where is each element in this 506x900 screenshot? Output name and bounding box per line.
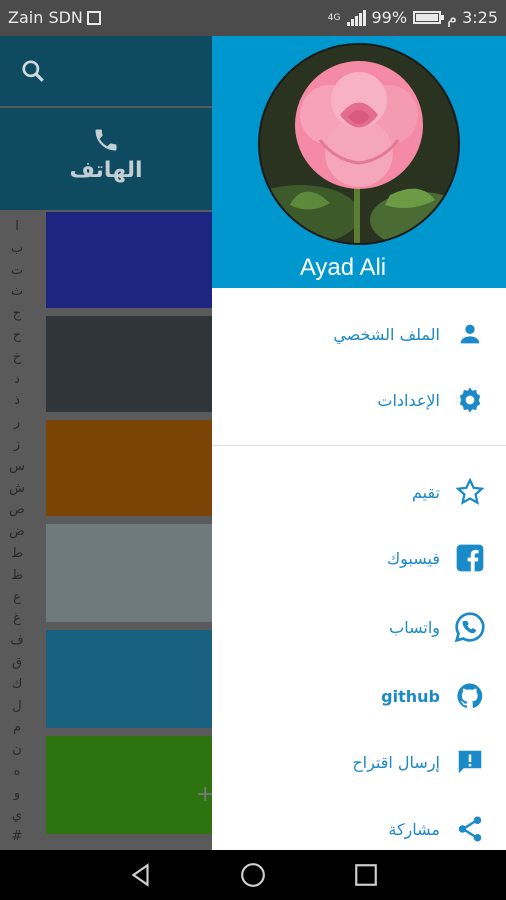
menu-item-label: github [381, 686, 440, 706]
alphabet-letter[interactable]: ظ [4, 565, 30, 587]
add-icon[interactable]: + [196, 782, 212, 807]
feedback-icon [454, 746, 486, 778]
menu-item-feedback[interactable]: إرسال اقتراح [212, 732, 506, 792]
battery-percent: 99% [371, 8, 408, 27]
alphabet-letter[interactable]: ج [4, 303, 30, 325]
battery-icon [413, 11, 445, 24]
contact-tile[interactable] [46, 212, 212, 308]
menu-item-label: إرسال اقتراح [352, 752, 440, 772]
alphabet-letter[interactable]: د [4, 369, 30, 391]
alphabet-letter[interactable]: و [4, 783, 30, 805]
alphabet-letter[interactable]: ن [4, 739, 30, 761]
alphabet-letter[interactable]: ا [4, 216, 30, 238]
alphabet-letter[interactable]: ذ [4, 390, 30, 412]
rose-image [260, 45, 458, 243]
avatar[interactable] [258, 43, 460, 245]
menu-item-star[interactable]: تقيم [212, 462, 506, 522]
alphabet-letter[interactable]: ع [4, 587, 30, 609]
whatsapp-icon [454, 611, 486, 643]
github-icon [454, 680, 486, 712]
alphabet-letter[interactable]: ه [4, 761, 30, 783]
alphabet-letter[interactable]: ت [4, 260, 30, 282]
alphabet-index[interactable]: ا ب ت ث ج ح خ د ذ ر ز س ش ص ض ط ظ ع غ ف ق ك ل م ن ه و ي # [4, 216, 30, 848]
facebook-icon [454, 542, 486, 574]
alphabet-letter[interactable]: س [4, 456, 30, 478]
tab-phone-label: الهاتف [69, 158, 143, 183]
search-icon[interactable] [20, 58, 46, 84]
home-icon[interactable] [240, 862, 266, 888]
alphabet-letter[interactable]: ب [4, 238, 30, 260]
contact-tile[interactable] [46, 420, 212, 516]
alphabet-letter[interactable]: ط [4, 543, 30, 565]
gallery-notification-icon [86, 10, 101, 25]
status-bar: Zain SDN 4G 99% 3:25 م [0, 0, 506, 36]
clock: 3:25 م [447, 8, 498, 27]
contact-tile[interactable] [46, 736, 212, 834]
menu-item-label: فيسبوك [386, 548, 440, 568]
menu-divider [212, 445, 506, 446]
alphabet-letter[interactable]: ف [4, 630, 30, 652]
user-name: Ayad Ali [299, 254, 387, 281]
menu-item-facebook[interactable]: فيسبوك [212, 528, 506, 588]
app-toolbar [0, 36, 212, 106]
alphabet-letter[interactable]: ق [4, 652, 30, 674]
person-icon [454, 318, 486, 350]
alphabet-letter[interactable]: ك [4, 674, 30, 696]
alphabet-letter[interactable]: ر [4, 412, 30, 434]
signal-icon [346, 9, 366, 26]
background-app: الهاتف ا ب ت ث ج ح خ د ذ ر ز س ش ص ض ط ظ ع غ ف ق ك ل م ن ه و ي # + [0, 36, 212, 850]
alphabet-letter[interactable]: ح [4, 325, 30, 347]
back-icon[interactable] [128, 862, 154, 888]
menu-item-share[interactable]: مشاركة [212, 799, 506, 850]
alphabet-letter[interactable]: ض [4, 521, 30, 543]
carrier-name: Zain SDN [8, 8, 83, 27]
alphabet-letter[interactable]: ل [4, 696, 30, 718]
menu-item-gear[interactable]: الإعدادات [212, 370, 506, 430]
contact-tile[interactable] [46, 630, 212, 728]
alphabet-letter[interactable]: # [4, 826, 30, 848]
contact-tile[interactable] [46, 316, 212, 412]
menu-item-label: تقيم [411, 482, 440, 502]
alphabet-letter[interactable]: خ [4, 347, 30, 369]
menu-item-label: مشاركة [388, 819, 440, 839]
menu-item-github[interactable]: github [212, 666, 506, 726]
contact-tile[interactable] [46, 524, 212, 622]
menu-item-whatsapp[interactable]: واتساب [212, 597, 506, 657]
tab-phone[interactable]: الهاتف [0, 108, 212, 210]
alphabet-letter[interactable]: ص [4, 499, 30, 521]
alphabet-letter[interactable]: م [4, 717, 30, 739]
system-nav-bar [0, 850, 506, 900]
drawer-header: Ayad Ali [212, 36, 506, 288]
network-type-icon: 4G [327, 12, 341, 23]
recents-icon[interactable] [353, 862, 379, 888]
menu-item-label: الإعدادات [377, 390, 440, 410]
menu-item-person[interactable]: الملف الشخصي [212, 304, 506, 364]
alphabet-letter[interactable]: ي [4, 805, 30, 827]
star-icon [454, 476, 486, 508]
alphabet-letter[interactable]: ز [4, 434, 30, 456]
alphabet-letter[interactable]: غ [4, 608, 30, 630]
alphabet-letter[interactable]: ش [4, 478, 30, 500]
navigation-drawer: Ayad Ali الملف الشخصي الإعدادات تقيم فيسبو… [212, 36, 506, 850]
phone-icon [95, 129, 117, 151]
menu-item-label: الملف الشخصي [333, 324, 440, 344]
share-icon [454, 813, 486, 845]
gear-icon [454, 384, 486, 416]
menu-item-label: واتساب [389, 617, 440, 637]
alphabet-letter[interactable]: ث [4, 281, 30, 303]
